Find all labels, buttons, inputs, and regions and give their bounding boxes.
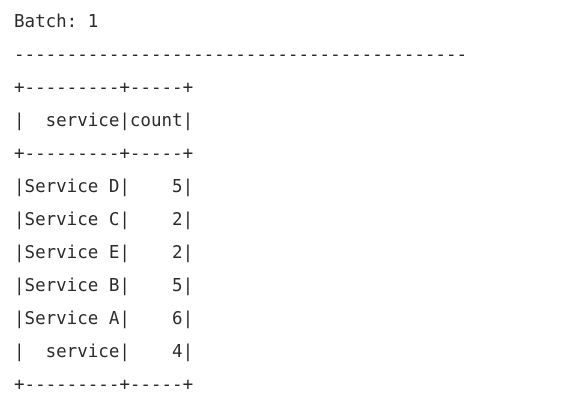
table-row: | service| 4| — [14, 342, 194, 362]
batch-separator: ----------------------------------------… — [14, 45, 468, 65]
table-row: |Service C| 2| — [14, 210, 194, 230]
table-bottom-border: +---------+-----+ — [14, 375, 194, 395]
console-output: Batch: 1 -------------------------------… — [14, 6, 564, 402]
table-top-border: +---------+-----+ — [14, 78, 194, 98]
table-row: |Service D| 5| — [14, 177, 194, 197]
table-row: |Service E| 2| — [14, 243, 194, 263]
table-header-border: +---------+-----+ — [14, 144, 194, 164]
batch-header: Batch: 1 — [14, 12, 99, 32]
table-row: |Service A| 6| — [14, 309, 194, 329]
table-header-row: | service|count| — [14, 111, 194, 131]
table-row: |Service B| 5| — [14, 276, 194, 296]
